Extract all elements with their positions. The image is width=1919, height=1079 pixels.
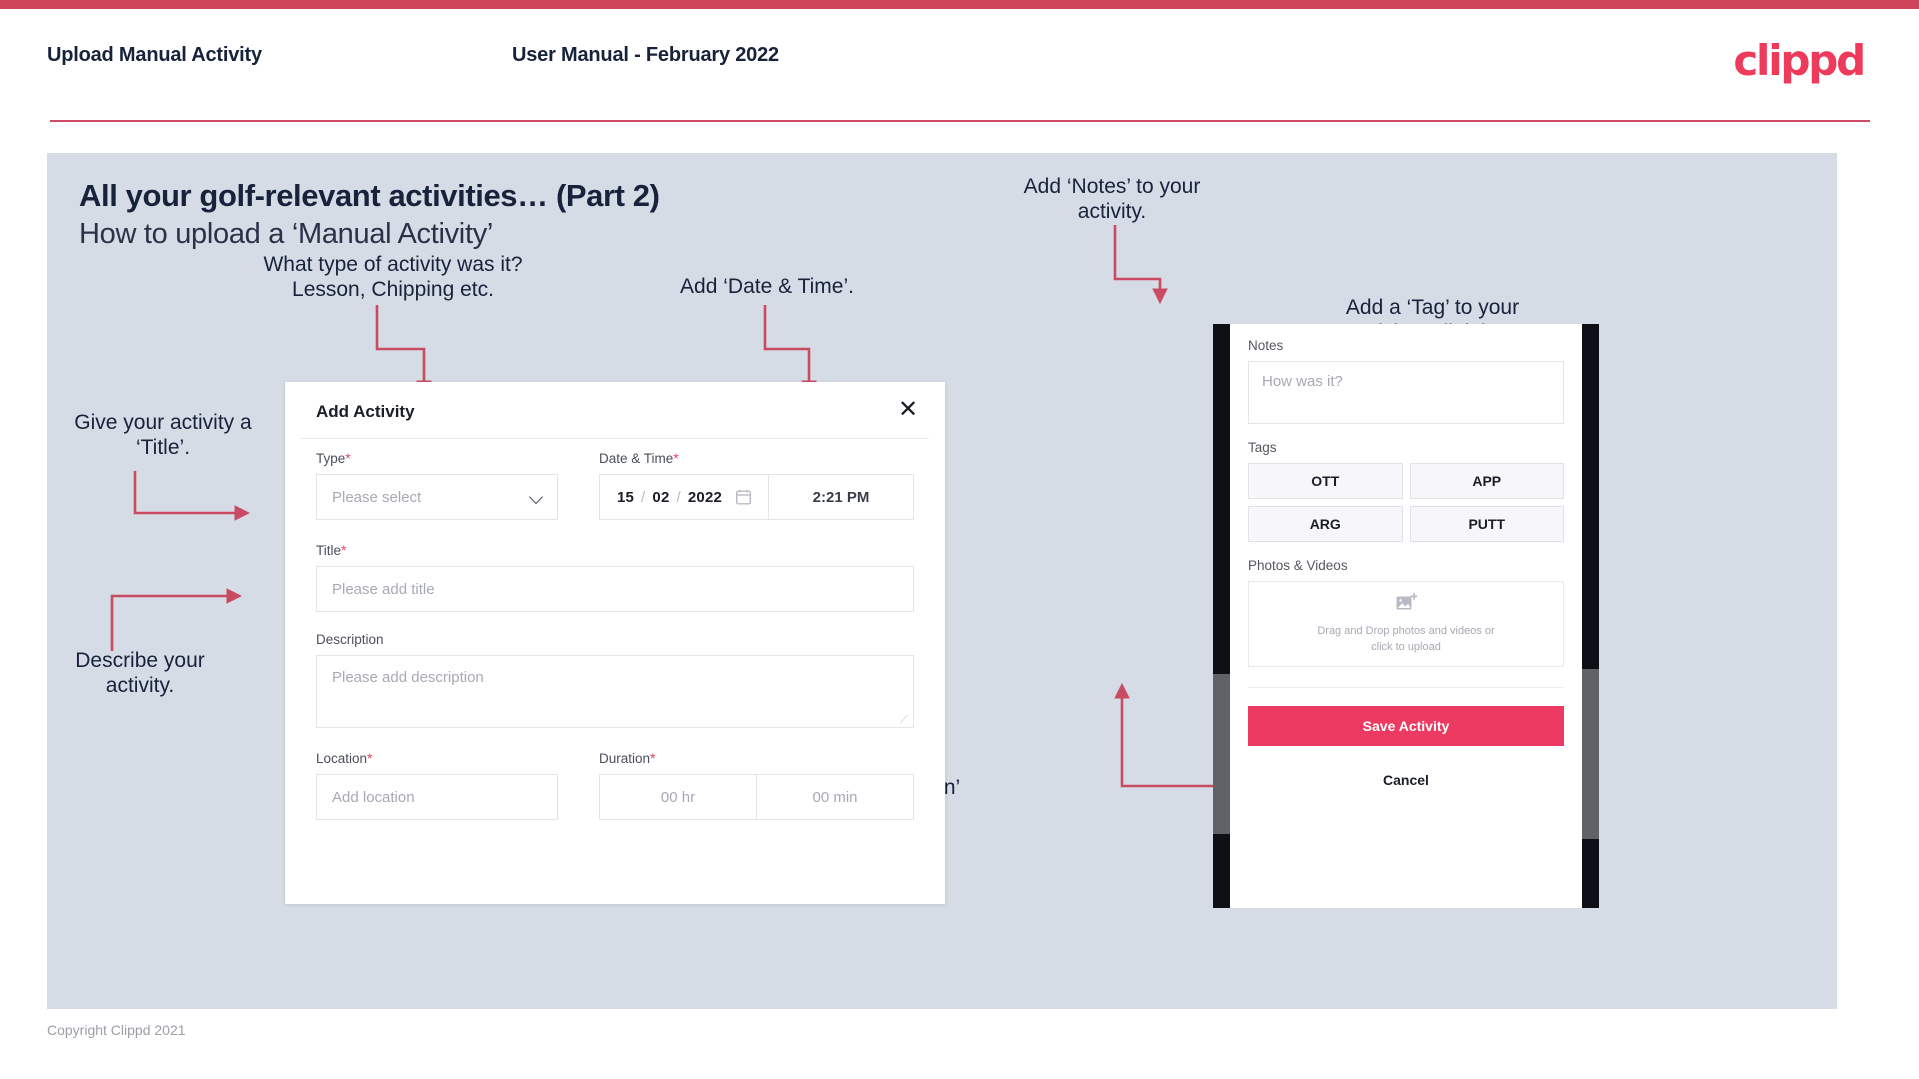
notes-label: Notes — [1248, 338, 1284, 353]
location-required-asterisk: * — [367, 750, 373, 766]
location-input[interactable]: Add location — [316, 774, 558, 820]
duration-hours-input[interactable]: 00 hr — [600, 775, 756, 819]
clippd-logo: clippd — [1733, 36, 1866, 85]
type-label: Type* — [316, 450, 558, 466]
duration-field-group: Duration* 00 hr 00 min — [599, 750, 914, 820]
resize-grip-icon[interactable]: ⟋ — [900, 715, 910, 726]
dialog-body: Type* Please select Date & Time* 15 / 02… — [285, 450, 945, 820]
dialog-title: Add Activity — [316, 402, 415, 421]
date-sep-2: / — [676, 488, 681, 506]
dropzone-line-1: Drag and Drop photos and videos or — [1317, 624, 1495, 637]
add-activity-dialog: Add Activity ✕ Type* Please select Date … — [285, 382, 945, 904]
phone-tags-group: Tags OTT APP ARG PUTT — [1230, 424, 1582, 542]
dropzone-line-2: click to upload — [1371, 640, 1441, 653]
phone-bezel-right — [1582, 324, 1599, 908]
phone-notes-group: Notes How was it? — [1230, 324, 1582, 424]
slide-title: All your golf-relevant activities… (Part… — [79, 178, 660, 213]
page-title: Upload Manual Activity — [47, 44, 262, 66]
title-required-asterisk: * — [341, 542, 347, 558]
photos-label: Photos & Videos — [1248, 558, 1348, 573]
tags-label: Tags — [1248, 440, 1277, 455]
date-month: 02 — [652, 488, 670, 506]
date-input[interactable]: 15 / 02 / 2022 — [600, 475, 768, 519]
description-placeholder: Please add description — [332, 669, 484, 686]
phone-screen: Notes How was it? Tags OTT APP ARG PUTT — [1230, 324, 1582, 908]
location-field-group: Location* Add location — [316, 750, 558, 820]
location-placeholder: Add location — [332, 788, 415, 806]
description-label: Description — [316, 632, 384, 647]
annotation-datetime: Add ‘Date & Time’. — [680, 275, 854, 298]
annotation-description: Describe your activity. — [75, 649, 205, 697]
annotation-title: Give your activity a ‘Title’. — [74, 411, 252, 459]
document-subtitle: User Manual - February 2022 — [512, 44, 779, 66]
title-field-group: Title* Please add title — [285, 520, 945, 612]
notes-placeholder: How was it? — [1262, 373, 1343, 390]
datetime-control: 15 / 02 / 2022 2:21 PM — [599, 474, 914, 520]
location-label: Location* — [316, 750, 558, 766]
date-day: 15 — [616, 488, 635, 506]
phone-mockup: Notes How was it? Tags OTT APP ARG PUTT — [1213, 324, 1599, 908]
tag-app[interactable]: APP — [1409, 463, 1564, 499]
dropzone-text: Drag and Drop photos and videos or click… — [1317, 624, 1494, 656]
type-field-group: Type* Please select — [316, 450, 558, 520]
datetime-label: Date & Time* — [599, 450, 914, 466]
chevron-down-icon — [530, 491, 543, 504]
title-label-text: Title — [316, 543, 342, 558]
slide-subtitle: How to upload a ‘Manual Activity’ — [79, 218, 494, 250]
title-input[interactable]: Please add title — [316, 566, 914, 612]
datetime-required-asterisk: * — [673, 450, 679, 466]
datetime-label-text: Date & Time — [599, 451, 674, 466]
top-accent-bar — [0, 0, 1919, 9]
add-image-icon — [1396, 592, 1418, 617]
annotation-notes: Add ‘Notes’ to your activity. — [1023, 175, 1201, 223]
slide-page: Upload Manual Activity User Manual - Feb… — [0, 0, 1919, 1079]
phone-bezel-left-accent — [1213, 674, 1230, 834]
phone-bezel-left — [1213, 324, 1230, 908]
tags-grid: OTT APP ARG PUTT — [1248, 463, 1564, 542]
description-textarea[interactable]: Please add description ⟋ — [316, 655, 914, 728]
date-sep-1: / — [641, 488, 646, 506]
phone-scroll-indicator[interactable] — [1582, 669, 1599, 839]
header-divider — [50, 120, 1870, 122]
photo-dropzone[interactable]: Drag and Drop photos and videos or click… — [1248, 581, 1564, 667]
type-label-text: Type — [316, 451, 346, 466]
cancel-button[interactable]: Cancel — [1248, 772, 1564, 788]
type-placeholder: Please select — [332, 488, 422, 506]
notes-textarea[interactable]: How was it? — [1248, 361, 1564, 424]
slide-canvas: All your golf-relevant activities… (Part… — [47, 153, 1837, 1009]
title-placeholder: Please add title — [332, 580, 435, 598]
phone-actions: Save Activity Cancel — [1230, 688, 1582, 788]
close-icon[interactable]: ✕ — [893, 394, 923, 424]
type-required-asterisk: * — [345, 450, 351, 466]
duration-minutes-input[interactable]: 00 min — [756, 775, 913, 819]
duration-control: 00 hr 00 min — [599, 774, 914, 820]
footer-copyright: Copyright Clippd 2021 — [47, 1022, 186, 1038]
dialog-divider — [301, 438, 929, 439]
type-select[interactable]: Please select — [316, 474, 558, 520]
tag-putt[interactable]: PUTT — [1409, 506, 1564, 542]
description-field-group: Description Please add description ⟋ — [285, 612, 945, 728]
dialog-header: Add Activity ✕ — [285, 382, 945, 438]
phone-photos-group: Photos & Videos Drag and Drop photos and… — [1230, 542, 1582, 667]
title-label: Title* — [316, 542, 914, 558]
date-year: 2022 — [687, 488, 723, 506]
time-input[interactable]: 2:21 PM — [768, 475, 913, 519]
duration-label-text: Duration — [599, 751, 651, 766]
save-activity-button[interactable]: Save Activity — [1248, 706, 1564, 746]
duration-required-asterisk: * — [650, 750, 656, 766]
annotation-type: What type of activity was it? Lesson, Ch… — [263, 253, 523, 301]
datetime-field-group: Date & Time* 15 / 02 / 2022 2:21 PM — [599, 450, 914, 520]
calendar-icon[interactable] — [736, 489, 752, 505]
location-label-text: Location — [316, 751, 368, 766]
tag-arg[interactable]: ARG — [1248, 506, 1403, 542]
tag-ott[interactable]: OTT — [1248, 463, 1403, 499]
duration-label: Duration* — [599, 750, 914, 766]
